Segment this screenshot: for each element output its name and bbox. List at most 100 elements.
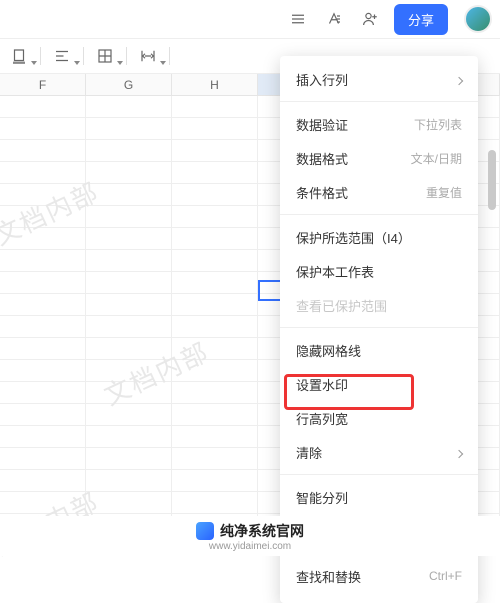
cell[interactable]: [86, 162, 172, 184]
cell[interactable]: [86, 228, 172, 250]
cell[interactable]: [172, 294, 258, 316]
cell[interactable]: [0, 118, 86, 140]
column-header[interactable]: H: [172, 74, 258, 96]
cell[interactable]: [172, 492, 258, 514]
menu-item-label: 条件格式: [296, 183, 348, 202]
cell[interactable]: [86, 316, 172, 338]
menu-item-label: 插入行列: [296, 70, 348, 89]
cell[interactable]: [172, 316, 258, 338]
cell[interactable]: [0, 470, 86, 492]
scrollbar-thumb[interactable]: [488, 150, 496, 210]
cell[interactable]: [0, 294, 86, 316]
cell[interactable]: [86, 492, 172, 514]
cell[interactable]: [172, 470, 258, 492]
cell[interactable]: [86, 360, 172, 382]
cell[interactable]: [86, 404, 172, 426]
menu-item[interactable]: 查找和替换Ctrl+F: [280, 559, 478, 593]
text-format-icon[interactable]: [322, 7, 346, 31]
menu-item[interactable]: 数据格式文本/日期: [280, 141, 478, 175]
menu-item[interactable]: 插入行列: [280, 62, 478, 96]
cell[interactable]: [86, 184, 172, 206]
footer-brand-text: 纯净系统官网: [220, 521, 304, 541]
cell[interactable]: [0, 360, 86, 382]
cell[interactable]: [0, 404, 86, 426]
menu-item-hint: 下拉列表: [414, 116, 462, 133]
cell[interactable]: [86, 250, 172, 272]
cell[interactable]: [172, 272, 258, 294]
share-button[interactable]: 分享: [394, 4, 448, 35]
borders-button[interactable]: [92, 43, 118, 69]
cell[interactable]: [86, 118, 172, 140]
cell[interactable]: [86, 338, 172, 360]
cell[interactable]: [86, 96, 172, 118]
hamburger-icon[interactable]: [286, 7, 310, 31]
cell[interactable]: [0, 272, 86, 294]
column-header[interactable]: F: [0, 74, 86, 96]
topbar: 分享: [0, 0, 500, 38]
cell[interactable]: [172, 206, 258, 228]
align-button[interactable]: [49, 43, 75, 69]
menu-item[interactable]: 行高列宽: [280, 401, 478, 435]
cell[interactable]: [86, 140, 172, 162]
cell[interactable]: [172, 162, 258, 184]
cell[interactable]: [172, 404, 258, 426]
menu-item-label: 数据验证: [296, 115, 348, 134]
user-avatar[interactable]: [464, 5, 492, 33]
cell[interactable]: [172, 118, 258, 140]
toolbar-divider: [83, 47, 84, 65]
footer-brand: 纯净系统官网: [196, 521, 304, 541]
cell[interactable]: [172, 338, 258, 360]
cell[interactable]: [86, 426, 172, 448]
cell[interactable]: [86, 448, 172, 470]
menu-item[interactable]: 清除: [280, 435, 478, 469]
menu-item: 查看已保护范围: [280, 288, 478, 322]
cell[interactable]: [0, 184, 86, 206]
cell[interactable]: [172, 184, 258, 206]
cell[interactable]: [0, 162, 86, 184]
menu-item-label: 保护本工作表: [296, 262, 374, 281]
cell[interactable]: [86, 294, 172, 316]
cell[interactable]: [0, 448, 86, 470]
cell[interactable]: [0, 206, 86, 228]
cell[interactable]: [0, 426, 86, 448]
column-header[interactable]: G: [86, 74, 172, 96]
cell[interactable]: [0, 228, 86, 250]
cell[interactable]: [0, 382, 86, 404]
cell[interactable]: [86, 272, 172, 294]
cell[interactable]: [0, 316, 86, 338]
cell[interactable]: [172, 250, 258, 272]
cell[interactable]: [0, 338, 86, 360]
menu-divider: [280, 214, 478, 215]
cell[interactable]: [0, 96, 86, 118]
cell[interactable]: [86, 206, 172, 228]
menu-item[interactable]: 智能分列: [280, 480, 478, 514]
menu-item-label: 清除: [296, 443, 322, 462]
menu-item[interactable]: 设置水印: [280, 367, 478, 401]
cell[interactable]: [172, 448, 258, 470]
menu-item[interactable]: 隐藏网格线: [280, 333, 478, 367]
menu-item-hint: 文本/日期: [411, 150, 462, 167]
menu-item[interactable]: 数据验证 下拉列表: [280, 107, 478, 141]
cell[interactable]: [172, 382, 258, 404]
menu-item-label: 行高列宽: [296, 409, 348, 428]
cell[interactable]: [172, 96, 258, 118]
chevron-right-icon: [456, 445, 462, 460]
cell[interactable]: [172, 228, 258, 250]
menu-item-label: 隐藏网格线: [296, 341, 361, 360]
menu-divider: [280, 101, 478, 102]
menu-item[interactable]: 条件格式重复值: [280, 175, 478, 209]
cell[interactable]: [172, 360, 258, 382]
cell[interactable]: [172, 140, 258, 162]
fill-color-button[interactable]: [6, 43, 32, 69]
cell[interactable]: [172, 426, 258, 448]
cell[interactable]: [0, 140, 86, 162]
toolbar-divider: [40, 47, 41, 65]
cell[interactable]: [0, 492, 86, 514]
merge-cells-button[interactable]: [135, 43, 161, 69]
menu-item[interactable]: 保护本工作表: [280, 254, 478, 288]
menu-item[interactable]: 保护所选范围（I4）: [280, 220, 478, 254]
cell[interactable]: [0, 250, 86, 272]
add-collaborator-icon[interactable]: [358, 7, 382, 31]
cell[interactable]: [86, 382, 172, 404]
cell[interactable]: [86, 470, 172, 492]
